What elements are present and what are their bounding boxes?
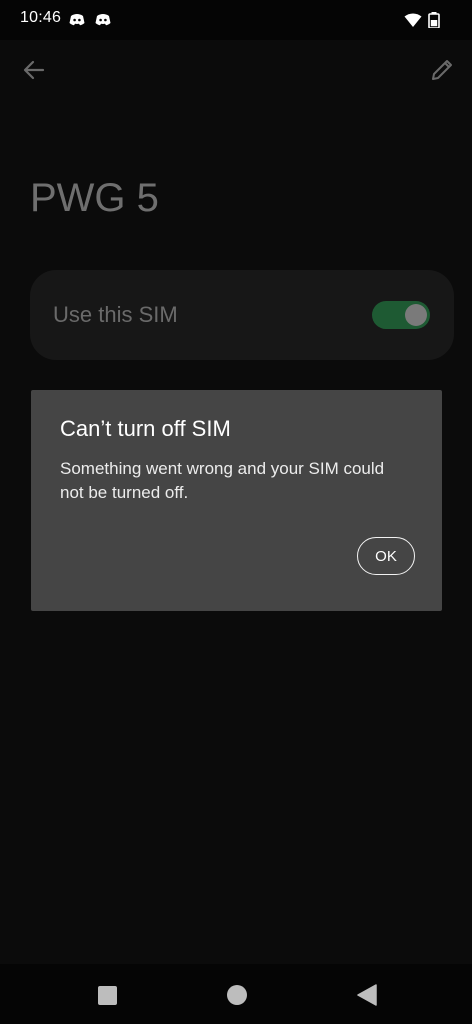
status-bar: 10:46 bbox=[0, 0, 472, 40]
pencil-icon bbox=[432, 60, 452, 80]
battery-icon bbox=[428, 12, 446, 28]
toggle-knob bbox=[405, 304, 427, 326]
triangle-back-icon bbox=[357, 984, 377, 1006]
discord-icon bbox=[94, 12, 112, 28]
edit-button[interactable] bbox=[428, 56, 456, 84]
use-sim-setting[interactable]: Use this SIM bbox=[30, 270, 454, 360]
status-time: 10:46 bbox=[20, 9, 62, 26]
sim-settings-screen: PWG 5 Use this SIM Can’t turn off SIM So… bbox=[0, 40, 472, 964]
wifi-icon bbox=[404, 12, 422, 28]
dialog-title: Can’t turn off SIM bbox=[60, 416, 231, 441]
home-button[interactable] bbox=[225, 984, 249, 1008]
back-button[interactable] bbox=[20, 56, 48, 84]
back-nav-button[interactable] bbox=[356, 984, 380, 1008]
arrow-left-icon bbox=[23, 60, 45, 80]
navigation-bar bbox=[0, 964, 472, 1024]
recents-button[interactable] bbox=[96, 984, 120, 1008]
dialog-message: Something went wrong and your SIM could … bbox=[60, 459, 385, 502]
page-title: PWG 5 bbox=[30, 176, 159, 220]
error-dialog: Can’t turn off SIM Something went wrong … bbox=[31, 390, 442, 611]
discord-icon bbox=[68, 12, 86, 28]
use-sim-toggle[interactable] bbox=[372, 301, 430, 329]
use-sim-label: Use this SIM bbox=[53, 302, 178, 327]
square-icon bbox=[98, 986, 117, 1005]
ok-button[interactable]: OK bbox=[357, 537, 415, 575]
circle-icon bbox=[227, 985, 247, 1005]
